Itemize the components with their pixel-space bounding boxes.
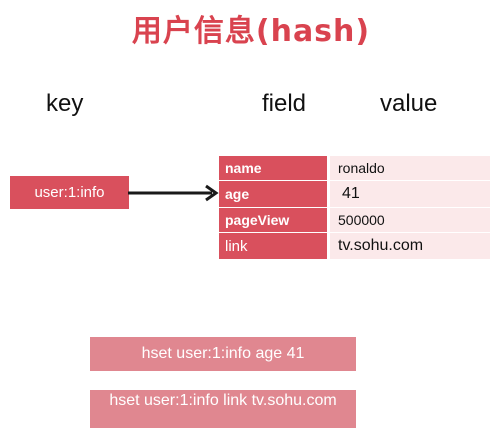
redis-key-box: user:1:info [10,176,129,209]
hset-command-age: hset user:1:info age 41 [90,337,356,371]
slide: 用户信息(hash) key field value user:1:info n… [0,0,502,428]
hset-command-link: hset user:1:info link tv.sohu.com [90,390,356,428]
hash-row-name: name ronaldo [219,156,490,180]
key-column-label: key [46,90,84,117]
page-title: 用户信息(hash) [131,14,371,49]
hash-row-pageview: pageView 500000 [219,208,490,232]
hash-field: pageView [219,208,327,232]
hash-value: tv.sohu.com [330,233,490,259]
hash-field: link [219,233,327,259]
hash-row-age: age 41 [219,181,490,207]
hash-field: age [219,181,327,207]
hash-value: ronaldo [330,156,490,180]
arrow-right-icon [128,184,219,202]
field-column-label: field [262,90,307,117]
hash-field: name [219,156,327,180]
hash-value: 41 [330,181,490,207]
hash-table: name ronaldo age 41 pageView 500000 link… [219,156,490,260]
value-column-label: value [380,90,438,117]
hash-value: 500000 [330,208,490,232]
hash-row-link: link tv.sohu.com [219,233,490,259]
